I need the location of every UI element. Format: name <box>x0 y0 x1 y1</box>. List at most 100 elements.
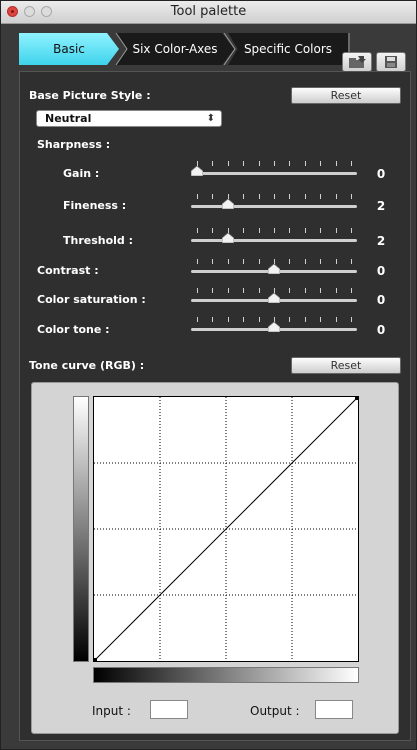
slider-tick <box>351 161 352 166</box>
tab-six-color-axes[interactable]: Six Color-Axes <box>116 33 234 65</box>
tone-curve-point-start[interactable] <box>94 658 97 661</box>
picture-style-reset-button[interactable]: Reset <box>291 87 401 104</box>
tab-basic[interactable]: Basic <box>19 33 119 65</box>
slider-tick <box>258 228 260 233</box>
slider-tick <box>227 161 229 166</box>
contrast-slider[interactable] <box>191 259 357 275</box>
slider-thumb[interactable] <box>268 293 280 303</box>
slider-tick <box>335 288 337 293</box>
output-gradient-bar <box>73 396 89 662</box>
slider-tick <box>212 161 214 166</box>
slider-tick <box>304 259 306 264</box>
contrast-label: Contrast : <box>37 264 99 277</box>
slider-tick <box>335 228 337 233</box>
fineness-slider[interactable] <box>191 194 357 210</box>
color-saturation-value: 0 <box>376 293 386 307</box>
slider-tick <box>320 288 322 293</box>
threshold-slider[interactable] <box>191 228 357 244</box>
slider-tick <box>243 228 245 233</box>
select-arrows-icon: ⬍ <box>206 113 215 124</box>
slider-tick <box>335 317 337 322</box>
tone-curve-graph[interactable] <box>93 396 359 662</box>
slider-tick <box>227 288 229 293</box>
slider-thumb[interactable] <box>268 264 280 274</box>
slider-tick <box>320 161 322 166</box>
input-label: Input : <box>92 704 131 718</box>
slider-tick <box>258 259 260 264</box>
base-picture-style-label: Base Picture Style : <box>29 89 151 102</box>
slider-tick <box>351 259 352 264</box>
slider-track[interactable] <box>191 239 357 242</box>
slider-tick <box>320 317 322 322</box>
slider-tick <box>289 194 291 199</box>
slider-tick <box>197 228 198 233</box>
slider-tick <box>197 288 198 293</box>
slider-tick <box>243 259 245 264</box>
slider-thumb[interactable] <box>268 322 280 332</box>
slider-tick <box>289 288 291 293</box>
slider-tick <box>243 161 245 166</box>
tone-curve-reset-button[interactable]: Reset <box>291 357 401 374</box>
slider-tick <box>227 259 229 264</box>
slider-tick <box>258 161 260 166</box>
slider-tick <box>351 317 352 322</box>
slider-tick <box>335 161 337 166</box>
fineness-value: 2 <box>376 199 386 213</box>
tab-specific-colors[interactable]: Specific Colors <box>228 33 348 65</box>
fineness-label: Fineness : <box>63 199 127 212</box>
gain-label: Gain : <box>63 167 100 180</box>
save-button[interactable] <box>376 52 406 72</box>
slider-tick <box>212 259 214 264</box>
slider-tick <box>289 259 291 264</box>
slider-tick <box>351 194 352 199</box>
slider-tick <box>289 228 291 233</box>
slider-tick <box>243 194 245 199</box>
tone-curve-point-end[interactable] <box>355 397 358 400</box>
picture-style-selected: Neutral <box>45 112 92 125</box>
picture-style-select[interactable]: Neutral ⬍ <box>36 110 222 127</box>
slider-tick <box>212 288 214 293</box>
slider-track[interactable] <box>191 205 357 208</box>
threshold-label: Threshold : <box>63 234 134 247</box>
slider-tick <box>197 259 198 264</box>
slider-tick <box>258 288 260 293</box>
slider-thumb[interactable] <box>221 199 234 209</box>
color-tone-value: 0 <box>376 323 386 337</box>
slider-thumb[interactable] <box>221 233 234 243</box>
slider-tick <box>243 317 245 322</box>
load-button[interactable] <box>342 52 372 72</box>
title-bar[interactable]: Tool palette <box>1 1 416 24</box>
tool-palette-window: Tool palette Basic Six Color-Axes Specif… <box>0 0 417 750</box>
tab-divider <box>223 33 236 65</box>
slider-thumb[interactable] <box>191 166 203 176</box>
slider-track[interactable] <box>191 172 357 175</box>
input-value-field[interactable] <box>150 700 188 719</box>
slider-tick <box>335 194 337 199</box>
output-value-field[interactable] <box>315 700 353 719</box>
slider-tick <box>258 194 260 199</box>
slider-tick <box>197 194 198 199</box>
slider-tick <box>274 161 275 166</box>
slider-tick <box>320 259 322 264</box>
slider-tick <box>304 228 306 233</box>
color-saturation-slider[interactable] <box>191 288 357 304</box>
slider-tick <box>274 228 275 233</box>
slider-tick <box>258 317 260 322</box>
slider-tick <box>335 259 337 264</box>
input-gradient-bar <box>93 667 359 683</box>
tone-curve-label: Tone curve (RGB) : <box>29 359 145 372</box>
slider-tick <box>274 194 275 199</box>
slider-tick <box>212 194 214 199</box>
color-tone-label: Color tone : <box>37 323 110 336</box>
tab-divider <box>115 33 128 65</box>
save-icon <box>385 56 397 68</box>
gain-slider[interactable] <box>191 161 357 177</box>
gain-value: 0 <box>376 167 386 181</box>
slider-tick <box>304 194 306 199</box>
tone-curve-plot[interactable] <box>94 397 358 661</box>
slider-tick <box>320 228 322 233</box>
color-tone-slider[interactable] <box>191 317 357 333</box>
threshold-value: 2 <box>376 234 386 248</box>
slider-tick <box>212 317 214 322</box>
slider-tick <box>197 317 198 322</box>
